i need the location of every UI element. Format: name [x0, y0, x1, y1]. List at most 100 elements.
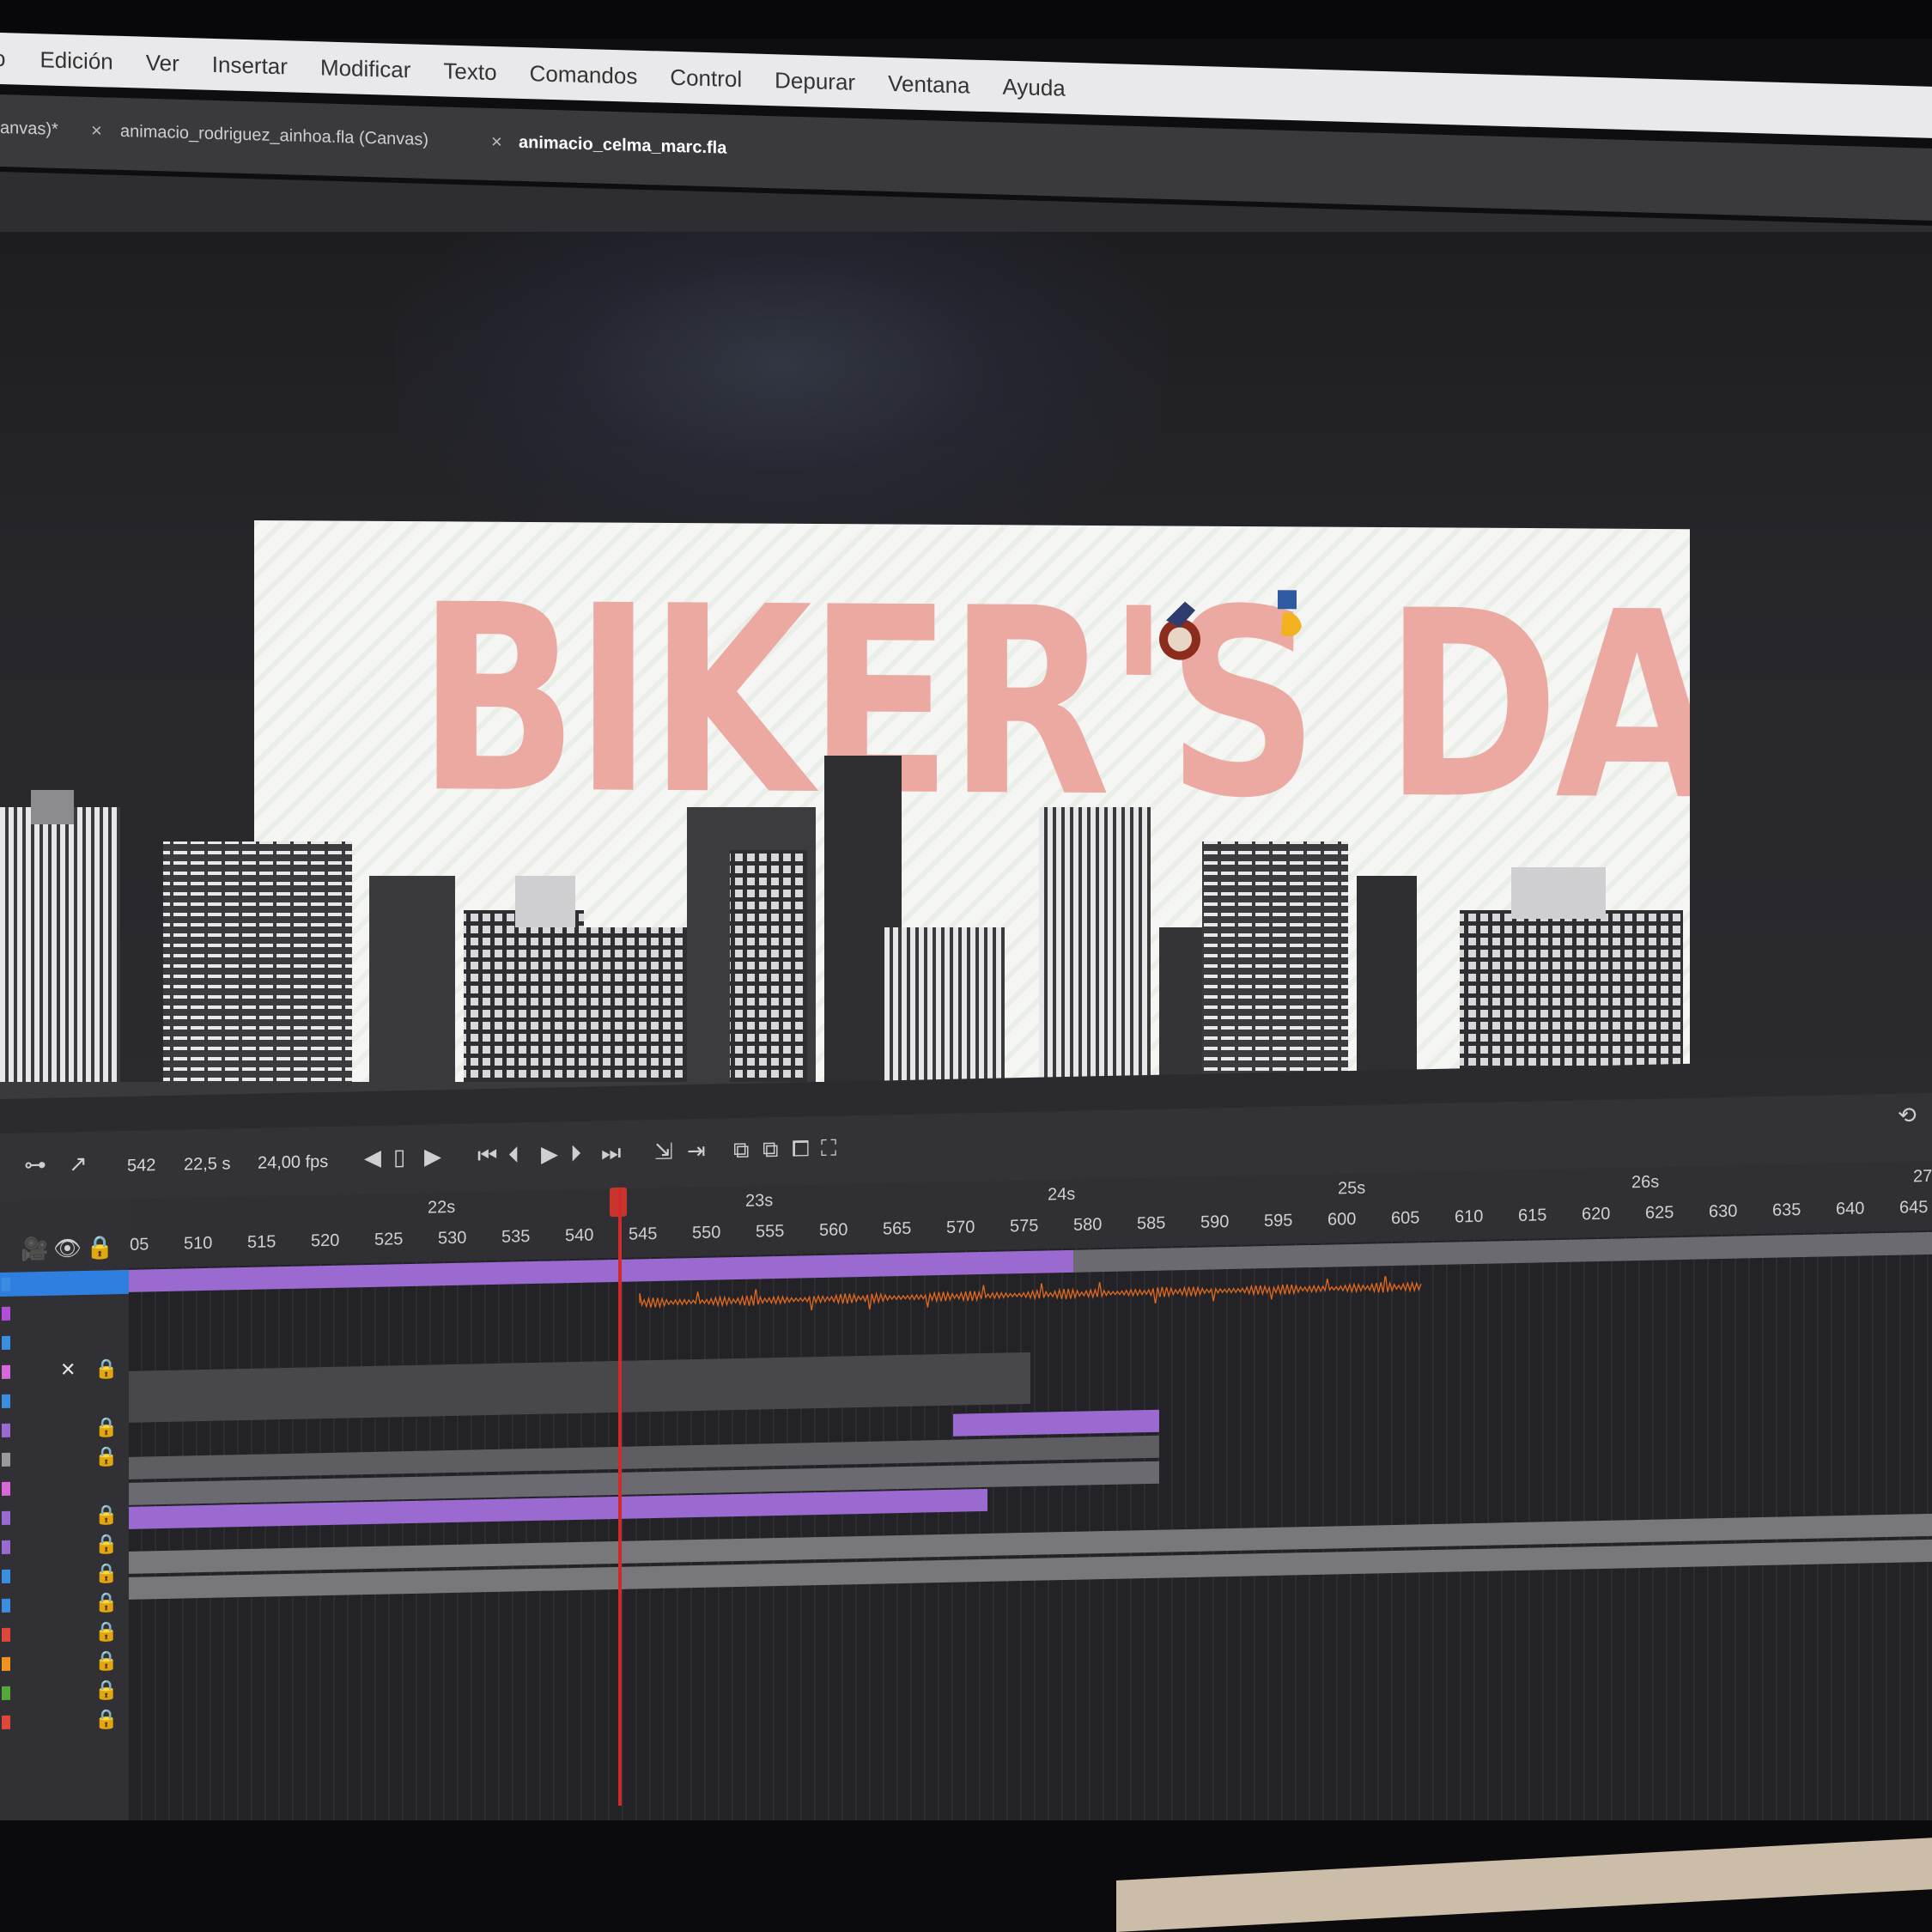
layer-row[interactable] — [0, 1474, 129, 1501]
play-icon[interactable]: ▶ — [541, 1140, 558, 1167]
lock-icon[interactable]: 🔒 — [94, 1649, 118, 1673]
step-back-icon[interactable]: ⏴ — [508, 1141, 519, 1169]
step-forward-icon[interactable]: ⏵ — [570, 1140, 581, 1168]
layer-color-swatch[interactable] — [2, 1598, 10, 1613]
frame-label: 585 — [1137, 1213, 1166, 1234]
hidden-layer-icon[interactable]: ✕ — [60, 1358, 76, 1381]
layer-color-swatch[interactable] — [2, 1510, 10, 1525]
lock-icon[interactable]: 🔒 — [94, 1445, 118, 1468]
playhead[interactable] — [618, 1187, 622, 1806]
menu-item-insertar[interactable]: Insertar — [212, 51, 288, 79]
onion-outline-icon[interactable]: ⧉ — [762, 1136, 779, 1163]
close-icon[interactable]: × — [491, 131, 502, 153]
tab-canvas-partial[interactable]: anvas)* — [0, 118, 58, 140]
onion-skin-icon[interactable]: ⧉ — [733, 1137, 750, 1164]
lock-icon[interactable]: 🔒 — [94, 1358, 118, 1381]
menu-item-depurar[interactable]: Depurar — [775, 67, 855, 96]
menu-item-modificar[interactable]: Modificar — [320, 54, 410, 83]
layer-color-swatch[interactable] — [2, 1364, 10, 1379]
frame-label: 635 — [1772, 1200, 1801, 1220]
edit-multiple-frames-icon[interactable]: ⧠ — [792, 1135, 810, 1163]
layer-color-swatch[interactable] — [2, 1394, 10, 1408]
frame-label: 575 — [1010, 1216, 1039, 1236]
camera-icon[interactable]: 🎥 — [21, 1236, 48, 1263]
layer-row[interactable]: 🔒 — [0, 1649, 129, 1676]
frame-label: 605 — [1391, 1208, 1420, 1229]
layer-color-swatch[interactable] — [2, 1656, 10, 1671]
prev-keyframe-icon[interactable]: ◀ — [364, 1145, 381, 1171]
frame-label: 590 — [1200, 1212, 1230, 1232]
second-label: 27 — [1913, 1166, 1932, 1187]
layer-row[interactable] — [0, 1328, 129, 1355]
frame-label: 640 — [1836, 1199, 1865, 1219]
menu-item-comandos[interactable]: Comandos — [530, 60, 638, 90]
menu-item-ventana[interactable]: Ventana — [888, 70, 969, 99]
lock-icon[interactable]: 🔒 — [94, 1591, 118, 1614]
frame-label: 610 — [1455, 1206, 1484, 1227]
lock-icon[interactable]: 🔒 — [94, 1416, 118, 1439]
layer-row[interactable] — [0, 1299, 129, 1326]
layer-row[interactable]: 🔒 — [0, 1591, 129, 1618]
layer-row[interactable] — [0, 1269, 129, 1297]
layer-row[interactable]: 🔒 — [0, 1445, 129, 1472]
layer-color-swatch[interactable] — [2, 1569, 10, 1583]
second-label: 26s — [1631, 1172, 1660, 1193]
layer-row[interactable]: 🔒 — [0, 1679, 129, 1705]
layer-row[interactable]: ✕ 🔒 — [0, 1358, 129, 1384]
static-span[interactable] — [129, 1352, 1030, 1423]
modify-markers-icon[interactable]: ⛶ — [821, 1135, 836, 1163]
lock-icon[interactable]: 🔒 — [94, 1562, 118, 1585]
layer-parenting-icon[interactable]: ⊶ — [24, 1151, 46, 1179]
layer-row[interactable]: 🔒 — [0, 1504, 129, 1530]
tween-span[interactable] — [953, 1409, 1159, 1437]
next-keyframe-icon[interactable]: ▶ — [424, 1143, 441, 1170]
layer-row[interactable] — [0, 1387, 129, 1413]
insert-keyframe-icon[interactable]: ▯ — [393, 1144, 405, 1170]
undo-icon[interactable]: ⟲ — [1898, 1102, 1917, 1128]
layer-row[interactable]: 🔒 — [0, 1620, 129, 1647]
lock-icon[interactable]: 🔒 — [94, 1708, 118, 1731]
last-frame-icon[interactable]: ⏭ — [601, 1139, 621, 1167]
layer-color-swatch[interactable] — [2, 1306, 10, 1321]
close-icon[interactable]: × — [91, 119, 102, 142]
lock-icon[interactable]: 🔒 — [94, 1679, 118, 1702]
tab-animacio-rodriguez[interactable]: animacio_rodriguez_ainhoa.fla (Canvas) — [120, 122, 428, 150]
menu-item-edicion[interactable]: Edición — [39, 46, 112, 75]
layer-color-swatch[interactable] — [2, 1452, 10, 1467]
layer-color-swatch[interactable] — [2, 1277, 10, 1291]
frame-label: 515 — [247, 1232, 276, 1252]
show-all-layers-icon[interactable]: 👁 — [53, 1235, 82, 1262]
frame-label: 520 — [311, 1230, 340, 1251]
current-frame-field[interactable]: 542 — [127, 1156, 155, 1176]
tab-animacio-celma[interactable]: animacio_celma_marc.fla — [519, 133, 726, 159]
layer-color-swatch[interactable] — [2, 1481, 10, 1496]
layer-row[interactable]: 🔒 — [0, 1416, 129, 1443]
layer-color-swatch[interactable] — [2, 1335, 10, 1350]
menu-item-texto[interactable]: Texto — [443, 58, 496, 86]
layer-color-swatch[interactable] — [2, 1686, 10, 1700]
menu-item-control[interactable]: Control — [670, 64, 742, 92]
lock-icon[interactable]: 🔒 — [94, 1504, 118, 1527]
menu-item-ayuda[interactable]: Ayuda — [1003, 73, 1066, 101]
lock-icon[interactable]: 🔒 — [94, 1620, 118, 1643]
frame-label: 570 — [946, 1218, 975, 1237]
layer-color-swatch[interactable] — [2, 1540, 10, 1554]
frame-label: 645 — [1899, 1197, 1929, 1218]
layer-row[interactable]: 🔒 — [0, 1562, 129, 1589]
layer-row[interactable]: 🔒 — [0, 1533, 129, 1559]
center-frame-icon[interactable]: ⇥ — [687, 1138, 706, 1164]
layer-color-swatch[interactable] — [2, 1627, 10, 1642]
current-time-field[interactable]: 22,5 s — [184, 1154, 230, 1175]
frames-grid[interactable] — [129, 1230, 1932, 1869]
layer-color-swatch[interactable] — [2, 1423, 10, 1437]
lock-all-layers-icon[interactable]: 🔒 — [86, 1234, 113, 1261]
menu-item-file-partial[interactable]: o — [0, 45, 5, 71]
menu-item-ver[interactable]: Ver — [146, 49, 179, 76]
layer-color-swatch[interactable] — [2, 1715, 10, 1729]
graph-icon[interactable]: ↗ — [69, 1151, 88, 1177]
fps-field[interactable]: 24,00 fps — [258, 1152, 328, 1174]
lock-icon[interactable]: 🔒 — [94, 1533, 118, 1556]
loop-icon[interactable]: ⇲ — [654, 1139, 673, 1165]
first-frame-icon[interactable]: ⏮ — [477, 1142, 497, 1170]
layer-row[interactable]: 🔒 — [0, 1708, 129, 1735]
